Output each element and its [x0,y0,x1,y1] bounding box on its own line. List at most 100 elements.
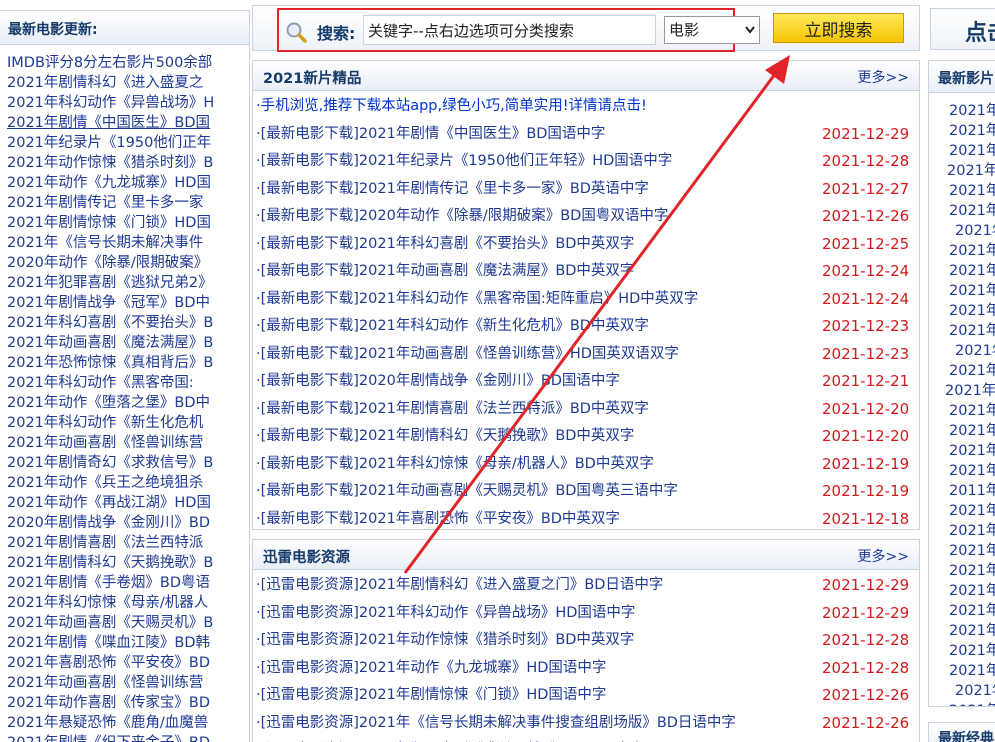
right-sidebar-link[interactable]: 2011年 [949,483,995,499]
latest-movie-item[interactable]: 2021年科幻动作《异兽战场》H [7,93,243,113]
right-sidebar-item[interactable]: 2021年 [929,381,995,401]
list-item[interactable]: ·[最新电影下载]2020年动作《除暴/限期破案》BD国粤双语中字 2021-12… [256,203,919,231]
latest-movie-item[interactable]: 2021年科幻喜剧《不要抬头》B [7,313,243,333]
latest-movie-link[interactable]: IMDB评分8分左右影片500余部 [7,55,212,71]
right-sidebar-item[interactable]: 2021年 [929,561,995,581]
new-movies-more-link[interactable]: 更多>> [858,67,909,87]
right-top-banner[interactable]: 点击 [930,8,995,50]
right-sidebar-link[interactable]: 2021年 [949,583,995,599]
latest-movie-link[interactable]: 2021年剧情《织下来金子》BD [7,735,210,742]
latest-movie-link[interactable]: 2021年科幻动作《黑客帝国: [7,375,194,391]
latest-movie-link[interactable]: 2021年恐怖惊悚《真相背后》B [7,355,213,371]
latest-movie-item[interactable]: 2021年动画喜剧《怪兽训练营 [7,673,243,693]
right-sidebar-link[interactable]: 2021年 [949,443,995,459]
right-sidebar-item[interactable]: 2021年 [929,601,995,621]
right-sidebar-item[interactable]: 2021年 [929,261,995,281]
movie-title-link[interactable]: [最新电影下载]2021年剧情科幻《天鹅挽歌》BD中英双字 [261,428,635,444]
right-sidebar-link[interactable]: 2021年 [949,423,995,439]
search-button[interactable]: 立即搜索 [773,13,904,43]
right-sidebar-item[interactable]: 2021年 [929,441,995,461]
list-item[interactable]: ·[迅雷电影资源]2021年剧情惊悚《门锁》HD国语中字 2021-12-26 [256,682,919,710]
latest-movie-item[interactable]: 2021年剧情喜剧《法兰西特派 [7,533,243,553]
right-sidebar-item[interactable]: 2021年 [929,281,995,301]
right-sidebar-item[interactable]: 2021年 [929,621,995,641]
movie-title-link[interactable]: [最新电影下载]2021年纪录片《1950他们正年轻》HD国语中字 [261,153,673,169]
list-item[interactable]: ·[迅雷电影资源]2021年《信号长期未解决事件搜查组剧场版》BD日语中字 202… [256,710,919,738]
right-sidebar-item[interactable]: 2021年 [929,421,995,441]
right-sidebar-link[interactable]: 2021年 [947,163,995,179]
movie-title-link[interactable]: [迅雷电影资源]2021年动作惊悚《猎杀时刻》BD中英双字 [261,632,635,648]
list-item[interactable]: ·[迅雷电影资源]2021年动作《九龙城寨》HD国语中字 2021-12-28 [256,655,919,683]
right-sidebar-item[interactable]: 2021年 [929,221,995,241]
latest-movie-item[interactable]: 2021年科幻惊悚《母亲/机器人 [7,593,243,613]
latest-movie-link[interactable]: 2021年犯罪喜剧《逃狱兄弟2》 [7,275,213,291]
right-sidebar-item[interactable]: 2021年 [929,401,995,421]
latest-movie-item[interactable]: 2021年动作喜剧《传家宝》BD [7,693,243,713]
latest-movie-link[interactable]: 2021年动作惊悚《猎杀时刻》B [7,155,213,171]
latest-movie-item[interactable]: 2021年《信号长期未解决事件 [7,233,243,253]
latest-movie-item[interactable]: 2021年剧情科幻《天鹅挽歌》B [7,553,243,573]
right-sidebar-link[interactable]: 2021年 [955,223,995,239]
latest-movie-link[interactable]: 2021年剧情科幻《天鹅挽歌》B [7,555,213,571]
list-item[interactable]: ·[最新电影下载]2021年剧情《中国医生》BD国语中字 2021-12-29 [256,121,919,149]
right-sidebar-item[interactable]: 2021年 [929,121,995,141]
latest-movie-link[interactable]: 2021年剧情奇幻《求救信号》B [7,455,213,471]
movie-title-link[interactable]: [迅雷电影资源]2021年动作《九龙城寨》HD国语中字 [261,660,607,676]
app-notice[interactable]: ·手机浏览,推荐下载本站app,绿色小巧,简单实用!详情请点击! [256,93,919,121]
latest-movie-link[interactable]: 2020年剧情战争《金刚川》BD [7,515,210,531]
latest-movie-link[interactable]: 2021年剧情惊悚《门锁》HD国 [7,215,211,231]
right-sidebar-item[interactable]: 2021年 [929,341,995,361]
latest-movie-link[interactable]: 2020年动作《除暴/限期破案》 [7,255,208,271]
movie-title-link[interactable]: [最新电影下载]2021年动画喜剧《魔法满屋》BD中英双字 [261,263,635,279]
right-sidebar-link[interactable]: 2021年 [949,543,995,559]
latest-movie-link[interactable]: 2021年科幻动作《异兽战场》H [7,95,214,111]
latest-movie-item[interactable]: 2021年剧情《喋血江陵》BD韩 [7,633,243,653]
latest-movie-item[interactable]: 2021年动作《九龙城寨》HD国 [7,173,243,193]
latest-movie-item[interactable]: 2021年剧情《手卷烟》BD粤语 [7,573,243,593]
list-item[interactable]: ·[最新电影下载]2021年剧情喜剧《法兰西特派》BD中英双字 2021-12-2… [256,396,919,424]
right-sidebar-link[interactable]: 2021年 [949,463,995,479]
latest-movie-link[interactable]: 2021年剧情《中国医生》BD国 [7,115,210,131]
right-sidebar-link[interactable]: 2021年 [949,643,995,659]
latest-movie-link[interactable]: 2021年科幻动作《新生化危机 [7,415,203,431]
right-sidebar-link[interactable]: 2021年 [949,143,995,159]
list-item[interactable]: ·[迅雷电影资源]2021年犯罪喜剧《逃狱兄弟2》HD国语中字2021-12-2… [256,737,919,742]
movie-title-link[interactable]: [最新电影下载]2021年科幻喜剧《不要抬头》BD中英双字 [261,236,635,252]
latest-movie-link[interactable]: 2021年悬疑恐怖《鹿角/血魔兽 [7,715,208,731]
latest-movie-item[interactable]: 2021年犯罪喜剧《逃狱兄弟2》 [7,273,243,293]
app-notice-link[interactable]: ·手机浏览,推荐下载本站app,绿色小巧,简单实用!详情请点击! [256,98,647,114]
latest-movie-link[interactable]: 2021年纪录片《1950他们正年 [7,135,211,151]
right-sidebar-link[interactable]: 2021年 [949,603,995,619]
movie-title-link[interactable]: [迅雷电影资源]2021年剧情科幻《进入盛夏之门》BD日语中字 [261,577,664,593]
right-sidebar-link[interactable]: 2021年 [949,623,995,639]
latest-movie-link[interactable]: 2021年动画喜剧《魔法满屋》B [7,335,213,351]
list-item[interactable]: ·[最新电影下载]2021年喜剧恐怖《平安夜》BD中英双字 2021-12-18 [256,506,919,534]
right-sidebar-link[interactable]: 2021年 [949,263,995,279]
list-item[interactable]: ·[迅雷电影资源]2021年动作惊悚《猎杀时刻》BD中英双字 2021-12-28 [256,627,919,655]
latest-movie-item[interactable]: 2021年喜剧恐怖《平安夜》BD [7,653,243,673]
right-sidebar-link[interactable]: 2021年 [949,523,995,539]
latest-movie-link[interactable]: 2021年剧情喜剧《法兰西特派 [7,535,203,551]
movie-title-link[interactable]: [最新电影下载]2021年剧情喜剧《法兰西特派》BD中英双字 [261,401,649,417]
list-item[interactable]: ·[最新电影下载]2021年动画喜剧《怪兽训练营》HD国英双语双字 2021-12… [256,341,919,369]
list-item[interactable]: ·[最新电影下载]2021年科幻喜剧《不要抬头》BD中英双字 2021-12-25 [256,231,919,259]
search-input[interactable] [363,15,656,45]
list-item[interactable]: ·[最新电影下载]2021年剧情传记《里卡多一家》BD英语中字 2021-12-2… [256,176,919,204]
right-sidebar-item[interactable]: 2021年 [929,201,995,221]
right-sidebar-item[interactable]: 2021年 [929,161,995,181]
right-sidebar-link[interactable]: 2021年 [955,683,995,699]
right-sidebar-item[interactable]: 2021年 [929,461,995,481]
latest-movie-item[interactable]: 2021年动作惊悚《猎杀时刻》B [7,153,243,173]
right-sidebar-item[interactable]: 2021年 [929,541,995,561]
latest-movie-link[interactable]: 2021年《信号长期未解决事件 [7,235,203,251]
latest-movie-item[interactable]: 2021年纪录片《1950他们正年 [7,133,243,153]
right-sidebar-link[interactable]: 2021年 [949,203,995,219]
latest-movie-item[interactable]: 2021年剧情科幻《进入盛夏之 [7,73,243,93]
right-sidebar-link[interactable]: 2021年 [949,563,995,579]
list-item[interactable]: ·[最新电影下载]2020年剧情战争《金刚川》BD国语中字 2021-12-21 [256,368,919,396]
right-sidebar-item[interactable]: 2021年 [929,681,995,701]
right-sidebar-item[interactable]: 2021年 [929,101,995,121]
latest-movie-link[interactable]: 2021年动画喜剧《怪兽训练营 [7,675,203,691]
right-sidebar-item[interactable]: 2021年 [929,641,995,661]
right-sidebar-link[interactable]: 2021年 [949,243,995,259]
